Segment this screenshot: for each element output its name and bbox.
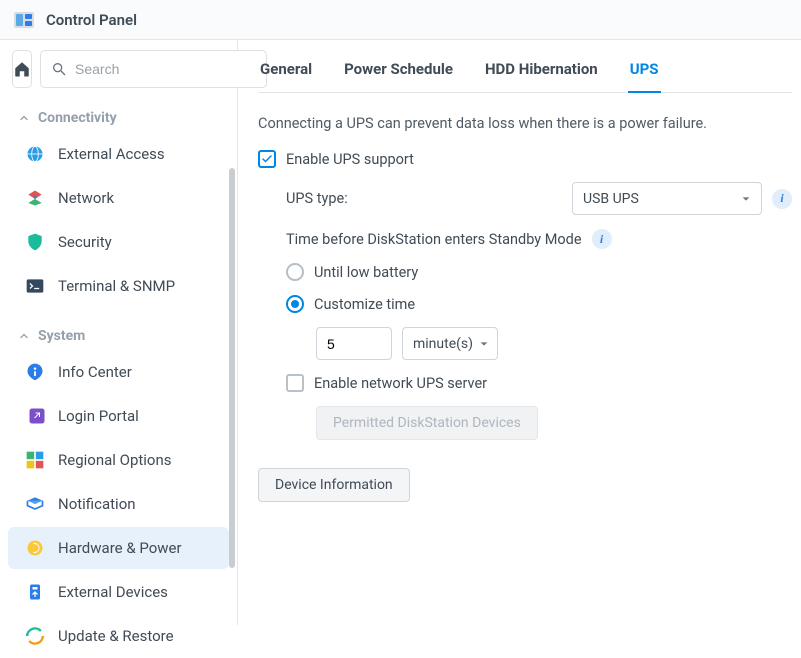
sidebar-item-notification[interactable]: Notification	[8, 483, 229, 525]
network-ups-label: Enable network UPS server	[314, 375, 487, 392]
portal-icon	[24, 405, 46, 427]
ups-type-info[interactable]: i	[772, 189, 792, 209]
sidebar-item-regional[interactable]: Regional Options	[8, 439, 229, 481]
chevron-up-icon	[18, 112, 30, 124]
sidebar-item-label: External Access	[58, 145, 165, 163]
ups-type-select[interactable]: USB UPS	[572, 182, 762, 215]
sidebar-item-network[interactable]: Network	[8, 177, 229, 219]
chevron-up-icon	[18, 330, 30, 342]
search-icon	[51, 61, 67, 77]
sidebar-item-label: Security	[58, 233, 112, 251]
sidebar: Connectivity External Access Network Sec…	[0, 40, 238, 625]
search-input[interactable]	[75, 61, 256, 77]
enable-ups-row: Enable UPS support	[258, 150, 792, 168]
tab-general[interactable]: General	[258, 54, 314, 92]
sidebar-item-label: Update & Restore	[58, 627, 174, 645]
sidebar-item-info-center[interactable]: Info Center	[8, 351, 229, 393]
external-devices-icon	[24, 581, 46, 603]
tab-power-schedule[interactable]: Power Schedule	[342, 54, 455, 92]
main-panel: General Power Schedule HDD Hibernation U…	[238, 40, 801, 625]
shield-icon	[24, 231, 46, 253]
tabs: General Power Schedule HDD Hibernation U…	[258, 54, 792, 93]
home-icon	[13, 60, 31, 78]
enable-ups-label: Enable UPS support	[286, 151, 414, 168]
info-icon	[24, 361, 46, 383]
section-connectivity[interactable]: Connectivity	[0, 100, 237, 132]
sidebar-item-external-devices[interactable]: External Devices	[8, 571, 229, 613]
home-button[interactable]	[12, 50, 32, 88]
sidebar-item-external-access[interactable]: External Access	[8, 133, 229, 175]
device-information-button[interactable]: Device Information	[258, 468, 410, 502]
ups-description: Connecting a UPS can prevent data loss w…	[258, 115, 792, 132]
section-label: System	[38, 328, 85, 344]
time-unit-select[interactable]: minute(s)	[402, 327, 498, 360]
sidebar-item-label: Hardware & Power	[58, 539, 182, 557]
globe-icon	[24, 143, 46, 165]
network-icon	[24, 187, 46, 209]
standby-info[interactable]: i	[592, 229, 612, 249]
enable-ups-checkbox[interactable]	[258, 150, 276, 168]
control-panel-icon	[12, 8, 36, 32]
update-icon	[24, 625, 46, 647]
scrollbar[interactable]	[229, 168, 235, 568]
chevron-down-icon	[741, 194, 751, 204]
sidebar-item-label: Regional Options	[58, 451, 172, 469]
chevron-down-icon	[479, 339, 489, 349]
sidebar-item-terminal[interactable]: Terminal & SNMP	[8, 265, 229, 307]
hardware-icon	[24, 537, 46, 559]
time-value-input[interactable]	[316, 327, 392, 360]
sidebar-item-label: Terminal & SNMP	[58, 277, 175, 295]
section-label: Connectivity	[38, 110, 117, 126]
sidebar-item-security[interactable]: Security	[8, 221, 229, 263]
radio-customize-time[interactable]	[286, 295, 304, 313]
ups-type-value: USB UPS	[583, 191, 639, 207]
ups-type-label: UPS type:	[286, 190, 562, 207]
window-title: Control Panel	[46, 11, 137, 29]
radio-until-label: Until low battery	[314, 264, 418, 281]
sidebar-item-label: External Devices	[58, 583, 168, 601]
sidebar-item-hardware-power[interactable]: Hardware & Power	[8, 527, 229, 569]
section-system[interactable]: System	[0, 318, 237, 350]
tab-ups[interactable]: UPS	[628, 54, 661, 92]
search-box[interactable]	[40, 50, 267, 88]
sidebar-item-login-portal[interactable]: Login Portal	[8, 395, 229, 437]
sidebar-item-label: Login Portal	[58, 407, 139, 425]
permitted-devices-button: Permitted DiskStation Devices	[316, 406, 538, 440]
sidebar-item-label: Info Center	[58, 363, 132, 381]
standby-label: Time before DiskStation enters Standby M…	[286, 231, 582, 248]
terminal-icon	[24, 275, 46, 297]
titlebar: Control Panel	[0, 0, 801, 40]
radio-until-low-battery[interactable]	[286, 263, 304, 281]
notification-icon	[24, 493, 46, 515]
sidebar-item-update-restore[interactable]: Update & Restore	[8, 615, 229, 657]
sidebar-item-label: Network	[58, 189, 114, 207]
network-ups-checkbox[interactable]	[286, 374, 304, 392]
time-unit-value: minute(s)	[413, 336, 473, 352]
radio-custom-label: Customize time	[314, 296, 415, 313]
sidebar-item-label: Notification	[58, 495, 136, 513]
regional-icon	[24, 449, 46, 471]
tab-hdd-hibernation[interactable]: HDD Hibernation	[483, 54, 600, 92]
checkmark-icon	[261, 153, 273, 165]
